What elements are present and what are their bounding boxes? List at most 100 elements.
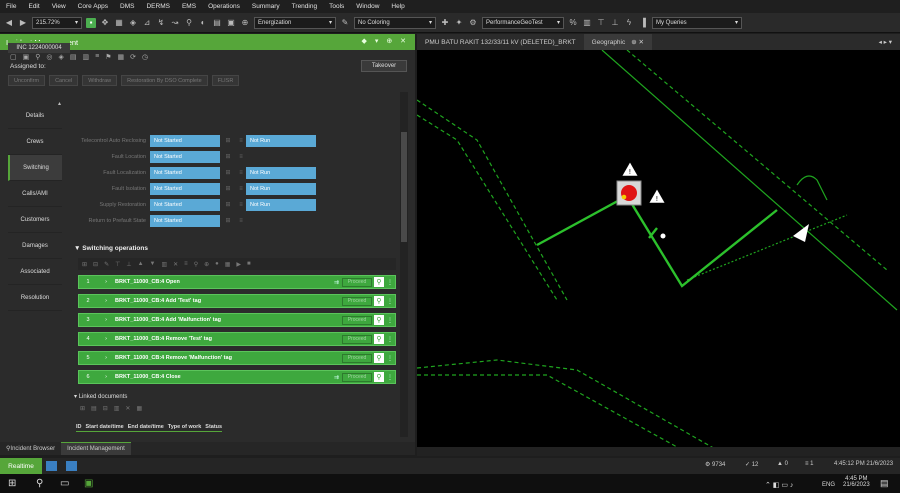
plus-icon[interactable]: ✚ — [440, 18, 450, 28]
incident-tab[interactable]: INC 1224000004 — [8, 41, 70, 53]
route-icon[interactable]: ↯ — [156, 18, 166, 28]
proceed-button[interactable]: Proceed — [342, 296, 372, 306]
new-icon[interactable]: ▢ — [10, 53, 17, 61]
geographic-map[interactable]: ! ! — [416, 49, 900, 451]
proceed-button[interactable]: Proceed — [342, 372, 372, 382]
proceed-button[interactable]: Proceed — [342, 315, 372, 325]
side-nav-associated[interactable]: Associated — [8, 259, 62, 285]
menu-view[interactable]: View — [52, 3, 66, 10]
filter-icon[interactable]: ⚲ — [194, 261, 198, 268]
tag-icon[interactable]: ⊥ — [610, 18, 620, 28]
search-icon[interactable]: ⚲ — [36, 478, 43, 489]
menu-edit[interactable]: Edit — [28, 3, 39, 10]
drag-handle-icon[interactable]: ⋮ — [387, 317, 393, 324]
pan-icon[interactable]: ✥ — [100, 18, 110, 28]
dashboard-icon[interactable]: ▤ — [212, 18, 222, 28]
list-icon[interactable]: ≡ — [236, 170, 246, 176]
target-icon[interactable]: ⊕ — [240, 18, 250, 28]
search-icon[interactable]: ⚲ — [374, 315, 384, 325]
cancel-button[interactable]: Cancel — [49, 75, 79, 86]
target-icon[interactable]: ⊕ — [204, 261, 209, 268]
linked-docs-header[interactable]: ▾ Linked documents — [74, 393, 127, 400]
task-view-icon[interactable]: ▭ — [60, 478, 69, 489]
record-icon[interactable]: ● — [215, 261, 219, 267]
menu-core-apps[interactable]: Core Apps — [78, 3, 108, 10]
delete-icon[interactable]: ✕ — [173, 261, 178, 268]
taskbar-clock[interactable]: 4:45 PM 21/6/2023 — [843, 476, 870, 488]
settings-icon[interactable]: ⚙ — [468, 18, 478, 28]
menu-dms[interactable]: DMS — [120, 3, 134, 10]
monitor-icon[interactable] — [46, 461, 57, 471]
edit-icon[interactable]: ✎ — [104, 261, 109, 268]
switching-header[interactable]: ▼ Switching operations — [74, 245, 148, 252]
filter-icon[interactable]: ⚲ — [184, 18, 194, 28]
search-icon[interactable]: ⚲ — [35, 53, 40, 61]
tab-geographic[interactable]: Geographic ⊕ ✕ — [583, 34, 652, 50]
play-icon[interactable]: ▶ — [236, 261, 241, 268]
col-start[interactable]: Start date/time — [86, 424, 124, 430]
tab-incident-browser[interactable]: ⚲ Incident Browser — [0, 442, 61, 455]
forward-icon[interactable]: ▶ — [18, 18, 28, 28]
layers-icon[interactable]: ◈ — [128, 18, 138, 28]
tag-icon[interactable]: ⊞ — [223, 153, 233, 160]
proceed-button[interactable]: Proceed — [342, 334, 372, 344]
menu-file[interactable]: File — [6, 3, 16, 10]
add-step-icon[interactable]: ⊞ — [82, 261, 87, 268]
side-nav-damages[interactable]: Damages — [8, 233, 62, 259]
menu-help[interactable]: Help — [391, 3, 404, 10]
close-icon[interactable]: ⊕ ✕ — [631, 38, 644, 46]
grid-icon[interactable]: ▦ — [225, 261, 231, 268]
refresh-icon[interactable]: ⟳ — [130, 53, 136, 61]
tab-substation-diagram[interactable]: PMU BATU RAKIT 132/33/11 kV (DELETED)_BR… — [417, 34, 584, 50]
drag-handle-icon[interactable]: ⋮ — [387, 336, 393, 343]
col-id[interactable]: ID — [76, 424, 82, 430]
coloring-dropdown[interactable]: No Coloring ▾ — [354, 16, 436, 29]
delete-icon[interactable]: ✕ — [125, 405, 130, 412]
tab-incident-management[interactable]: Incident Management — [61, 442, 131, 455]
map-icon[interactable]: ◎ — [46, 53, 52, 61]
list-icon[interactable]: ≡ — [236, 186, 246, 192]
copy-icon[interactable]: ▥ — [114, 405, 120, 412]
panel-scroll-thumb[interactable] — [401, 132, 407, 242]
search-icon[interactable]: ⚲ — [374, 353, 384, 363]
switch-icon[interactable]: ⊤ — [115, 261, 120, 268]
switching-step[interactable]: 5 › BRKT_11000_CB:4 Remove 'Malfunction'… — [78, 351, 396, 365]
copy-icon[interactable]: ▥ — [161, 261, 167, 268]
trace-icon[interactable]: ↝ — [170, 18, 180, 28]
report-icon[interactable]: ▥ — [582, 18, 592, 28]
list-icon[interactable]: ≡ — [236, 202, 246, 208]
list-icon[interactable]: ≡ — [236, 154, 246, 160]
withdraw-button[interactable]: Withdraw — [82, 75, 118, 86]
realtime-button[interactable]: Realtime — [0, 458, 42, 474]
chart-icon[interactable]: ▐ — [638, 18, 648, 28]
col-type[interactable]: Type of work — [168, 424, 202, 430]
notification-icon[interactable]: ▤ — [880, 478, 889, 489]
tag-icon[interactable]: ⊞ — [223, 201, 233, 208]
search-icon[interactable]: ⚲ — [374, 296, 384, 306]
drag-handle-icon[interactable]: ⋮ — [387, 355, 393, 362]
back-icon[interactable]: ◀ — [4, 18, 14, 28]
node-icon[interactable]: ✦ — [454, 18, 464, 28]
flash-icon[interactable]: ϟ — [624, 18, 634, 28]
measure-icon[interactable]: ⊿ — [142, 18, 152, 28]
side-nav-details[interactable]: Details — [8, 103, 62, 129]
expand-icon[interactable]: › — [97, 317, 115, 323]
select-tool-icon[interactable]: ▪ — [86, 17, 96, 28]
list-icon[interactable]: ≡ — [184, 261, 188, 267]
window-icon[interactable] — [66, 461, 77, 471]
copy-icon[interactable]: ▥ — [83, 53, 90, 61]
tag-icon[interactable]: ⊞ — [223, 137, 233, 144]
app-icon[interactable]: ▣ — [84, 478, 93, 489]
expand-icon[interactable]: › — [97, 336, 115, 342]
side-nav-calls-ami[interactable]: Calls/AMI — [8, 181, 62, 207]
zoom-dropdown[interactable]: 215.72% ▾ — [32, 16, 82, 29]
tag-icon[interactable]: ⊞ — [223, 169, 233, 176]
print-icon[interactable]: ▦ — [136, 405, 142, 412]
flisr-button[interactable]: FLISR — [211, 75, 240, 86]
switching-step[interactable]: 1 › BRKT_11000_CB:4 Open ⇉ Proceed ⚲ ⋮ — [78, 275, 396, 289]
proceed-button[interactable]: Proceed — [342, 353, 372, 363]
side-nav-crews[interactable]: Crews — [8, 129, 62, 155]
takeover-button[interactable]: Takeover — [361, 60, 407, 72]
lang-indicator[interactable]: ENG — [822, 482, 835, 488]
lock-icon[interactable]: ▦ — [118, 53, 125, 61]
